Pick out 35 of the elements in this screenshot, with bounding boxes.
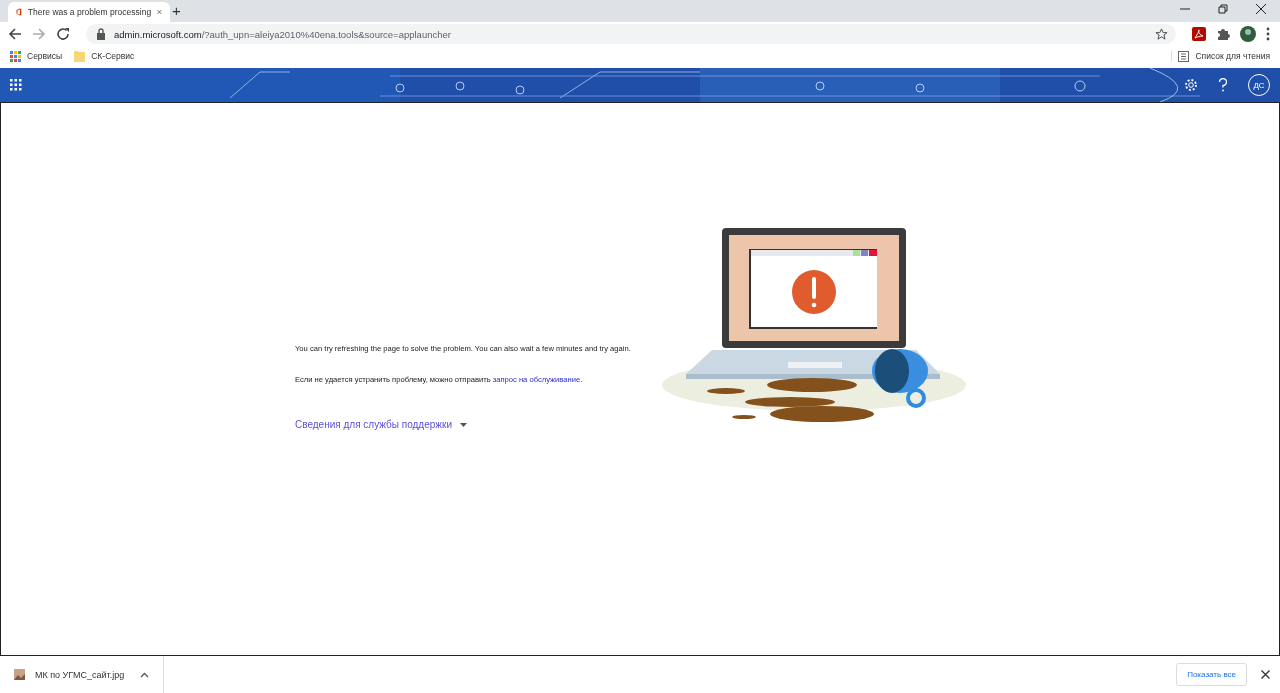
support-info-toggle[interactable]: Сведения для службы поддержки (295, 419, 467, 430)
reading-list-icon (1178, 50, 1190, 62)
bookmark[interactable]: Сервисы (10, 50, 63, 62)
reload-icon[interactable] (56, 27, 70, 41)
settings-icon[interactable] (1184, 78, 1198, 92)
chevron-up-icon[interactable] (140, 671, 150, 678)
restore-icon[interactable] (1217, 2, 1229, 15)
more-icon[interactable] (1266, 27, 1270, 41)
back-icon[interactable] (8, 27, 22, 41)
new-tab-button[interactable]: + (172, 2, 181, 20)
image-file-icon (14, 669, 25, 680)
caret-icon (459, 422, 467, 427)
bookmark-label: Сервисы (27, 51, 63, 61)
help-icon[interactable] (1218, 78, 1228, 92)
profile-avatar-icon[interactable] (1240, 26, 1256, 42)
lock-icon (96, 28, 106, 40)
address-bar[interactable]: admin.microsoft.com/?auth_upn=aleiya2010%40ena.tools&source=applauncher (86, 24, 1176, 44)
reading-list-label: Список для чтения (1195, 51, 1270, 61)
url-text: admin.microsoft.com/?auth_upn=aleiya2010%40ena.tools&source=applauncher (114, 28, 451, 40)
tab-title: There was a problem processing (27, 7, 152, 17)
folder-icon (74, 50, 86, 62)
apps-icon (10, 50, 21, 62)
reading-list-button[interactable]: Список для чтения (1171, 50, 1270, 62)
bookmark[interactable]: СК-Сервис (74, 50, 135, 62)
puzzle-icon[interactable] (1216, 27, 1230, 41)
bookmark-label: СК-Сервис (91, 51, 135, 61)
download-item[interactable]: МК по УГМС_сайт.jpg (14, 656, 165, 693)
close-icon[interactable] (1261, 670, 1270, 679)
show-all-button[interactable]: Показать все (1176, 663, 1247, 686)
close-icon[interactable] (1255, 2, 1267, 15)
pdf-icon[interactable] (1192, 27, 1206, 41)
download-filename: МК по УГМС_сайт.jpg (35, 669, 125, 680)
browser-tab[interactable]: There was a problem processing (8, 2, 170, 22)
star-icon[interactable] (1155, 27, 1168, 41)
app-launcher-icon[interactable] (10, 79, 22, 91)
